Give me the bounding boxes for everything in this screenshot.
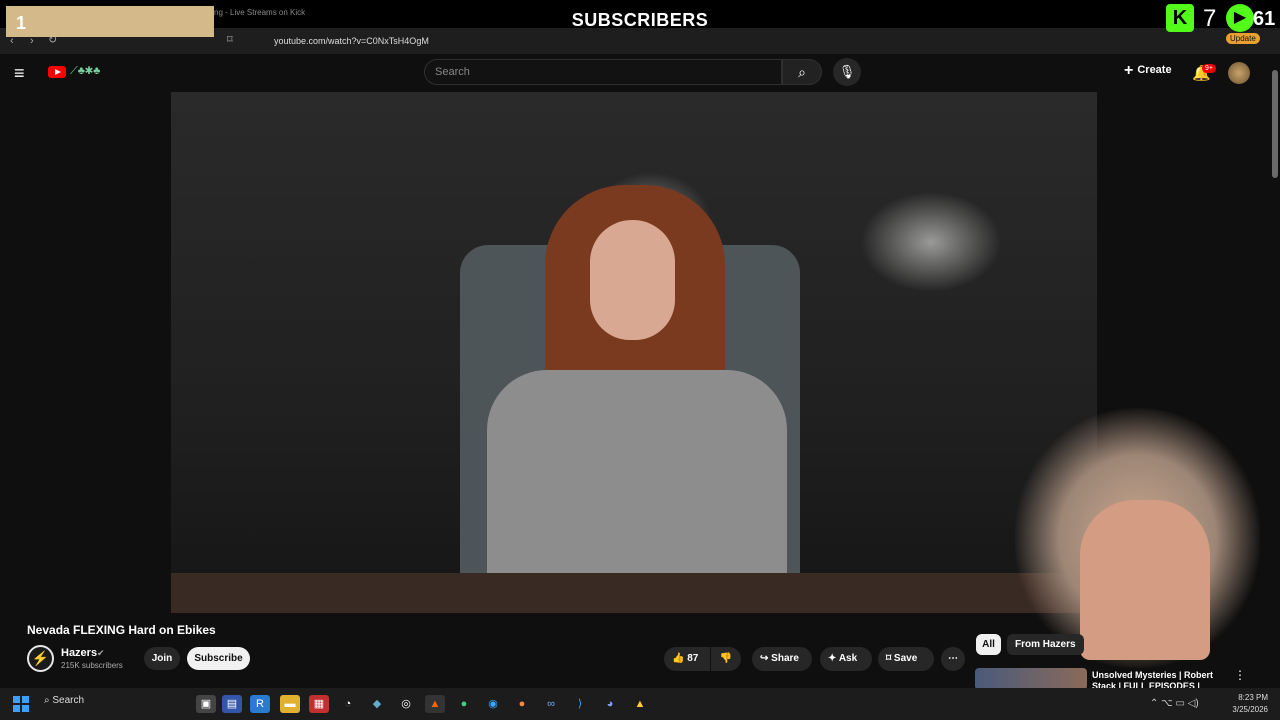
app-icon[interactable]: ∞ bbox=[541, 695, 561, 713]
notification-badge: 9+ bbox=[1202, 64, 1216, 73]
bookmark-icon: ⌑ bbox=[886, 653, 892, 664]
magnifier-icon: ⌕ bbox=[798, 64, 806, 80]
app-icon[interactable]: ◔ bbox=[338, 695, 358, 713]
clock-date[interactable]: 3/25/2026 bbox=[1228, 705, 1268, 714]
webcam-streamer bbox=[1080, 500, 1210, 660]
clock-time[interactable]: 8:23 PM bbox=[1228, 693, 1268, 702]
hamburger-menu-icon[interactable]: ≡ bbox=[14, 63, 25, 84]
app-icon[interactable]: ◆ bbox=[367, 695, 387, 713]
address-bar[interactable]: youtube.com/watch?v=C0NxTsH4OgM bbox=[274, 36, 429, 46]
join-button[interactable]: Join bbox=[144, 647, 180, 670]
channel-name[interactable]: Hazers bbox=[61, 647, 97, 659]
subscriber-count: 215K subscribers bbox=[61, 661, 123, 670]
bookmark-page-icon[interactable]: ⌑ bbox=[227, 33, 233, 46]
save-label: Save bbox=[893, 653, 918, 664]
discord-icon[interactable]: ◕ bbox=[600, 695, 620, 713]
share-button[interactable]: ↪ Share bbox=[752, 647, 812, 671]
like-count: 87 bbox=[687, 653, 699, 664]
taskbar-search[interactable]: ⌕ Search bbox=[44, 695, 184, 706]
save-button[interactable]: ⌑ Save bbox=[878, 647, 934, 671]
video-title: Nevada FLEXING Hard on Ebikes bbox=[27, 623, 216, 637]
microphone-icon: 🎙 bbox=[838, 64, 856, 79]
windows-start-icon[interactable] bbox=[13, 696, 29, 712]
browser-update-button[interactable]: Update bbox=[1226, 33, 1260, 44]
chip-all[interactable]: All bbox=[976, 634, 1001, 655]
overlay-title: SUBSCRIBERS bbox=[571, 10, 709, 30]
ask-label: Ask bbox=[838, 653, 858, 664]
account-avatar[interactable] bbox=[1228, 62, 1250, 84]
vscode-icon[interactable]: ⟩ bbox=[570, 695, 590, 713]
app-icon[interactable]: ▣ bbox=[196, 695, 216, 713]
subscribe-button[interactable]: Subscribe bbox=[187, 647, 250, 670]
thumbs-down-icon: 👎 bbox=[719, 653, 733, 664]
recommendation-menu-icon[interactable]: ⋮ bbox=[1234, 668, 1246, 682]
thumbs-up-icon: 👍 bbox=[672, 653, 685, 664]
system-tray[interactable]: ⌃ ⌥ ▭ ◁) bbox=[1150, 698, 1199, 709]
ask-button[interactable]: ✦ Ask bbox=[820, 647, 872, 671]
app-icon[interactable]: ◎ bbox=[396, 695, 416, 713]
search-input[interactable]: Search bbox=[424, 59, 782, 85]
app-icon[interactable]: ▤ bbox=[222, 695, 242, 713]
recommendation-thumbnail[interactable] bbox=[975, 668, 1087, 690]
play-logo-icon: ▶ bbox=[1226, 4, 1254, 32]
create-button[interactable]: + Create bbox=[1124, 62, 1172, 82]
share-arrow-icon: ↪ bbox=[760, 653, 769, 664]
chrome-icon[interactable]: ● bbox=[454, 695, 474, 713]
app-icon[interactable]: ▦ bbox=[309, 695, 329, 713]
firefox-icon[interactable]: ● bbox=[512, 695, 532, 713]
more-actions-button[interactable]: ⋯ bbox=[941, 647, 965, 671]
like-button[interactable]: 👍 87 bbox=[664, 647, 710, 671]
video-person-body bbox=[487, 370, 787, 575]
folder-icon[interactable]: ▬ bbox=[280, 695, 300, 713]
taskbar-search-label: Search bbox=[52, 695, 85, 706]
channel-avatar[interactable]: ⚡ bbox=[27, 645, 54, 672]
app-icon[interactable]: R bbox=[250, 695, 270, 713]
video-person-face bbox=[590, 220, 675, 340]
chip-from-channel[interactable]: From Hazers bbox=[1007, 634, 1084, 655]
play-subscriber-count: 61 bbox=[1253, 8, 1276, 30]
create-label: Create bbox=[1137, 64, 1172, 76]
edge-icon[interactable]: ◉ bbox=[483, 695, 503, 713]
kick-subscriber-count: 7 bbox=[1203, 5, 1217, 32]
verified-icon: ✔ bbox=[97, 648, 105, 658]
voice-search-button[interactable]: 🎙 bbox=[833, 58, 861, 86]
search-button[interactable]: ⌕ bbox=[782, 59, 822, 85]
brave-browser-icon[interactable]: ▲ bbox=[425, 695, 445, 713]
ellipsis-icon: ⋯ bbox=[948, 653, 958, 664]
youtube-logo-icon[interactable] bbox=[48, 66, 66, 78]
sparkle-icon: ✦ bbox=[828, 653, 837, 664]
scrollbar-thumb[interactable] bbox=[1272, 70, 1278, 178]
plus-icon: + bbox=[1124, 62, 1134, 79]
video-desk bbox=[171, 573, 1097, 613]
drive-icon[interactable]: ▲ bbox=[630, 695, 650, 713]
kick-logo-icon: K bbox=[1166, 4, 1194, 32]
dislike-button[interactable]: 👎 bbox=[711, 647, 741, 671]
logo-decoration-icon: ⟋♣✱♣ bbox=[70, 65, 101, 77]
share-label: Share bbox=[771, 653, 799, 664]
